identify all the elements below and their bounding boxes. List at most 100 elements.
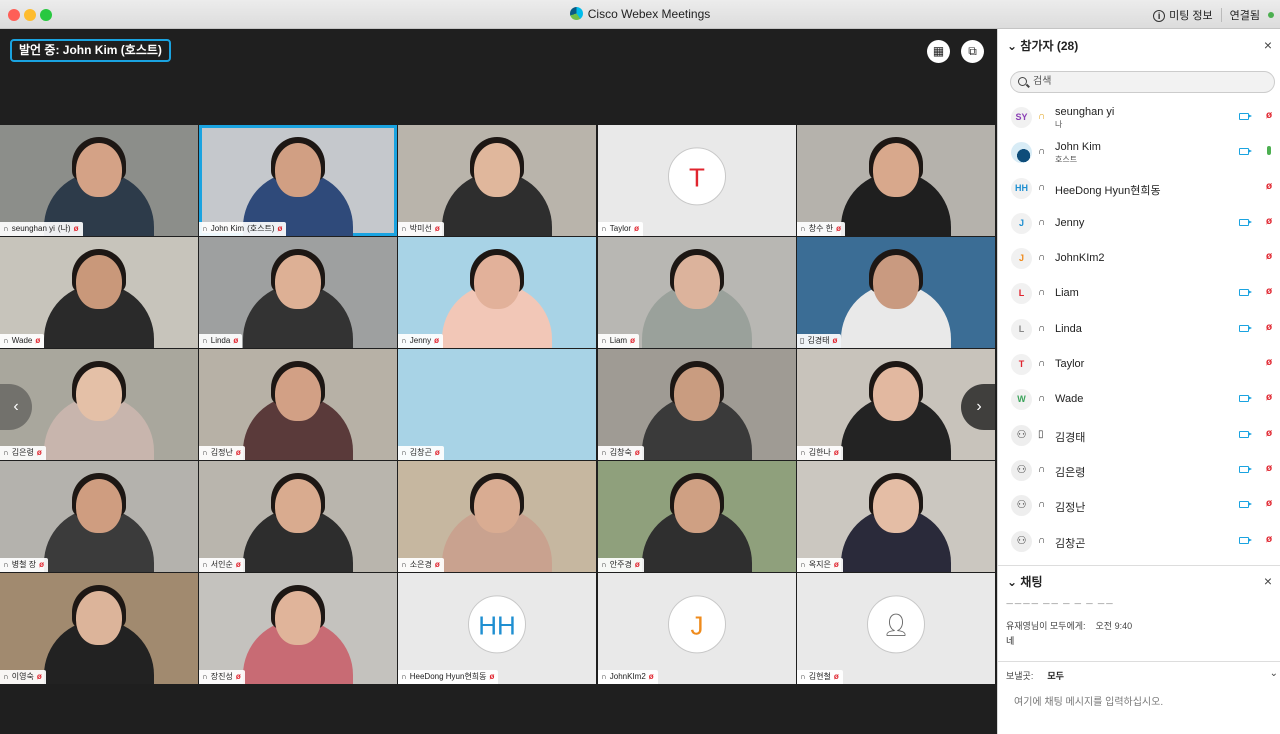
muted-mic-icon[interactable]: ø (1266, 181, 1272, 192)
participant-row[interactable]: ⚇ ∩ 김창곤 ø (998, 524, 1280, 559)
user-avatar-icon: 👤︎ (867, 594, 925, 653)
send-to-select[interactable]: 보낼곳: 모두 ⌄ (1006, 668, 1278, 682)
divider (998, 565, 1280, 566)
participant-name: 김정난 (1055, 502, 1086, 515)
video-tile[interactable]: ∩ John Kim (호스트) ø (199, 125, 397, 236)
participant-search-input[interactable]: 검색 (1010, 71, 1275, 93)
video-camera-icon[interactable] (1239, 148, 1252, 156)
video-tile[interactable]: ∩ 옥지은 ø (797, 461, 995, 572)
muted-mic-icon[interactable]: ø (1266, 392, 1272, 403)
video-tile[interactable]: HH ∩ HeeDong Hyun현희동 ø (398, 573, 596, 684)
muted-mic-icon[interactable]: ø (1266, 251, 1272, 262)
muted-mic-icon[interactable]: ø (1266, 322, 1272, 333)
video-tile[interactable]: ∩ Liam ø (598, 237, 796, 348)
connection-dot-icon (1268, 12, 1274, 18)
tile-name: 장진성 (210, 672, 233, 681)
video-camera-icon[interactable] (1239, 430, 1252, 438)
participant-row[interactable]: J ∩ Jenny ø (998, 206, 1280, 241)
video-tile[interactable]: ∩ 김창곤 ø (398, 349, 596, 460)
video-camera-icon[interactable] (1239, 218, 1252, 226)
chat-input[interactable]: 여기에 채팅 메시지를 입력하십시오. (1014, 693, 1163, 708)
headset-icon: ∩ (202, 448, 208, 457)
participant-row[interactable]: L ∩ Linda ø (998, 312, 1280, 347)
user-avatar-icon: ⚇ (1011, 530, 1032, 552)
muted-mic-icon[interactable]: ø (1266, 498, 1272, 509)
headset-icon: ∩ (1038, 393, 1046, 405)
tile-nameplate: ∩ HeeDong Hyun현희동 ø (398, 670, 499, 684)
video-tile[interactable]: ▯ 김경태 ø (797, 237, 995, 348)
video-camera-icon[interactable] (1239, 536, 1252, 544)
video-tile[interactable]: ∩ Linda ø (199, 237, 397, 348)
divider (998, 661, 1280, 662)
tile-nameplate: ∩ JohnKIm2 ø (598, 670, 658, 684)
participant-row[interactable]: SY ∩ seunghan yi 나 ø (998, 100, 1280, 135)
video-camera-icon[interactable] (1239, 501, 1252, 509)
phone-icon: ▯ (800, 336, 805, 345)
participant-row[interactable]: ⚇ ▯ 김경태 ø (998, 418, 1280, 453)
muted-mic-icon[interactable]: ø (1266, 534, 1272, 545)
close-chat-button[interactable]: × (1264, 573, 1272, 589)
meeting-info-button[interactable]: i 미팅 정보 (1153, 7, 1213, 23)
layout-grid-button[interactable]: ▦ (927, 40, 950, 63)
tile-name: 김한나 (808, 448, 831, 457)
muted-mic-icon[interactable]: ø (1266, 428, 1272, 439)
tile-name: 안주경 (609, 560, 632, 569)
participant-video-face (474, 255, 520, 309)
headset-icon: ∩ (401, 560, 407, 569)
headset-icon: ∩ (1038, 322, 1046, 334)
participant-row[interactable]: ∩ John Kim 호스트 (998, 135, 1280, 170)
participants-header[interactable]: ⌄ 참가자 (28) (1007, 37, 1078, 54)
headset-icon: ∩ (601, 560, 607, 569)
headset-icon: ∩ (202, 560, 208, 569)
video-tile[interactable]: ∩ 서인순 ø (199, 461, 397, 572)
video-tile[interactable]: ∩ 안주경 ø (598, 461, 796, 572)
chat-time: 오전 9:40 (1095, 621, 1133, 631)
chevron-down-icon: ⌄ (1007, 39, 1018, 53)
video-tile[interactable]: ∩ 박미선 ø (398, 125, 596, 236)
video-tile[interactable]: 👤︎ ∩ 김현철 ø (797, 573, 995, 684)
video-tile[interactable]: ∩ 김정난 ø (199, 349, 397, 460)
muted-mic-icon[interactable]: ø (1266, 286, 1272, 297)
chat-header[interactable]: ⌄ 채팅 (1007, 573, 1043, 590)
headset-icon: ∩ (1038, 499, 1046, 511)
video-tile[interactable]: ∩ Jenny ø (398, 237, 596, 348)
tile-nameplate: ∩ 옥지은 ø (797, 558, 843, 572)
video-tile[interactable]: T ∩ Taylor ø (598, 125, 796, 236)
popout-button[interactable]: ⧉ (961, 40, 984, 63)
participant-row[interactable]: T ∩ Taylor ø (998, 347, 1280, 382)
headset-icon: ∩ (202, 336, 208, 345)
participant-row[interactable]: ⚇ ∩ 김은령 ø (998, 453, 1280, 488)
video-camera-icon[interactable] (1239, 395, 1252, 403)
tile-name: 창수 한 (808, 224, 834, 233)
tile-name: 병철 장 (11, 560, 37, 569)
video-tile[interactable]: ∩ seunghan yi (나) ø (0, 125, 198, 236)
participant-row[interactable]: HH ∩ HeeDong Hyun현희동 ø (998, 171, 1280, 206)
tile-nameplate: ∩ 창수 한ø (797, 222, 845, 236)
video-camera-icon[interactable] (1239, 324, 1252, 332)
close-participants-button[interactable]: × (1264, 37, 1272, 53)
headset-icon: ∩ (401, 448, 407, 457)
video-camera-icon[interactable] (1239, 465, 1252, 473)
participant-row[interactable]: L ∩ Liam ø (998, 276, 1280, 311)
video-tile[interactable]: ∩ 소은경 ø (398, 461, 596, 572)
participant-row[interactable]: J ∩ JohnKIm2 ø (998, 241, 1280, 276)
video-tile[interactable]: ∩ 장진성 ø (199, 573, 397, 684)
video-tile[interactable]: J ∩ JohnKIm2 ø (598, 573, 796, 684)
muted-mic-icon[interactable]: ø (1266, 216, 1272, 227)
video-tile[interactable]: ∩ 김창숙 ø (598, 349, 796, 460)
video-camera-icon[interactable] (1239, 113, 1252, 120)
webex-logo-icon (569, 7, 583, 20)
video-camera-icon[interactable] (1239, 289, 1252, 297)
mic-active-icon[interactable] (1267, 146, 1271, 156)
participant-row[interactable]: W ∩ Wade ø (998, 382, 1280, 417)
video-tile[interactable]: ∩ Wade ø (0, 237, 198, 348)
video-tile[interactable]: ∩ 이영숙 ø (0, 573, 198, 684)
video-tile[interactable]: ∩ 병철 장ø (0, 461, 198, 572)
muted-mic-icon[interactable]: ø (1266, 110, 1272, 121)
video-tile[interactable]: ∩ 창수 한ø (797, 125, 995, 236)
muted-mic-icon: ø (434, 448, 440, 457)
tile-nameplate: ∩ Wade ø (0, 334, 45, 348)
muted-mic-icon[interactable]: ø (1266, 357, 1272, 368)
participant-row[interactable]: ⚇ ∩ 김정난 ø (998, 488, 1280, 523)
muted-mic-icon[interactable]: ø (1266, 463, 1272, 474)
